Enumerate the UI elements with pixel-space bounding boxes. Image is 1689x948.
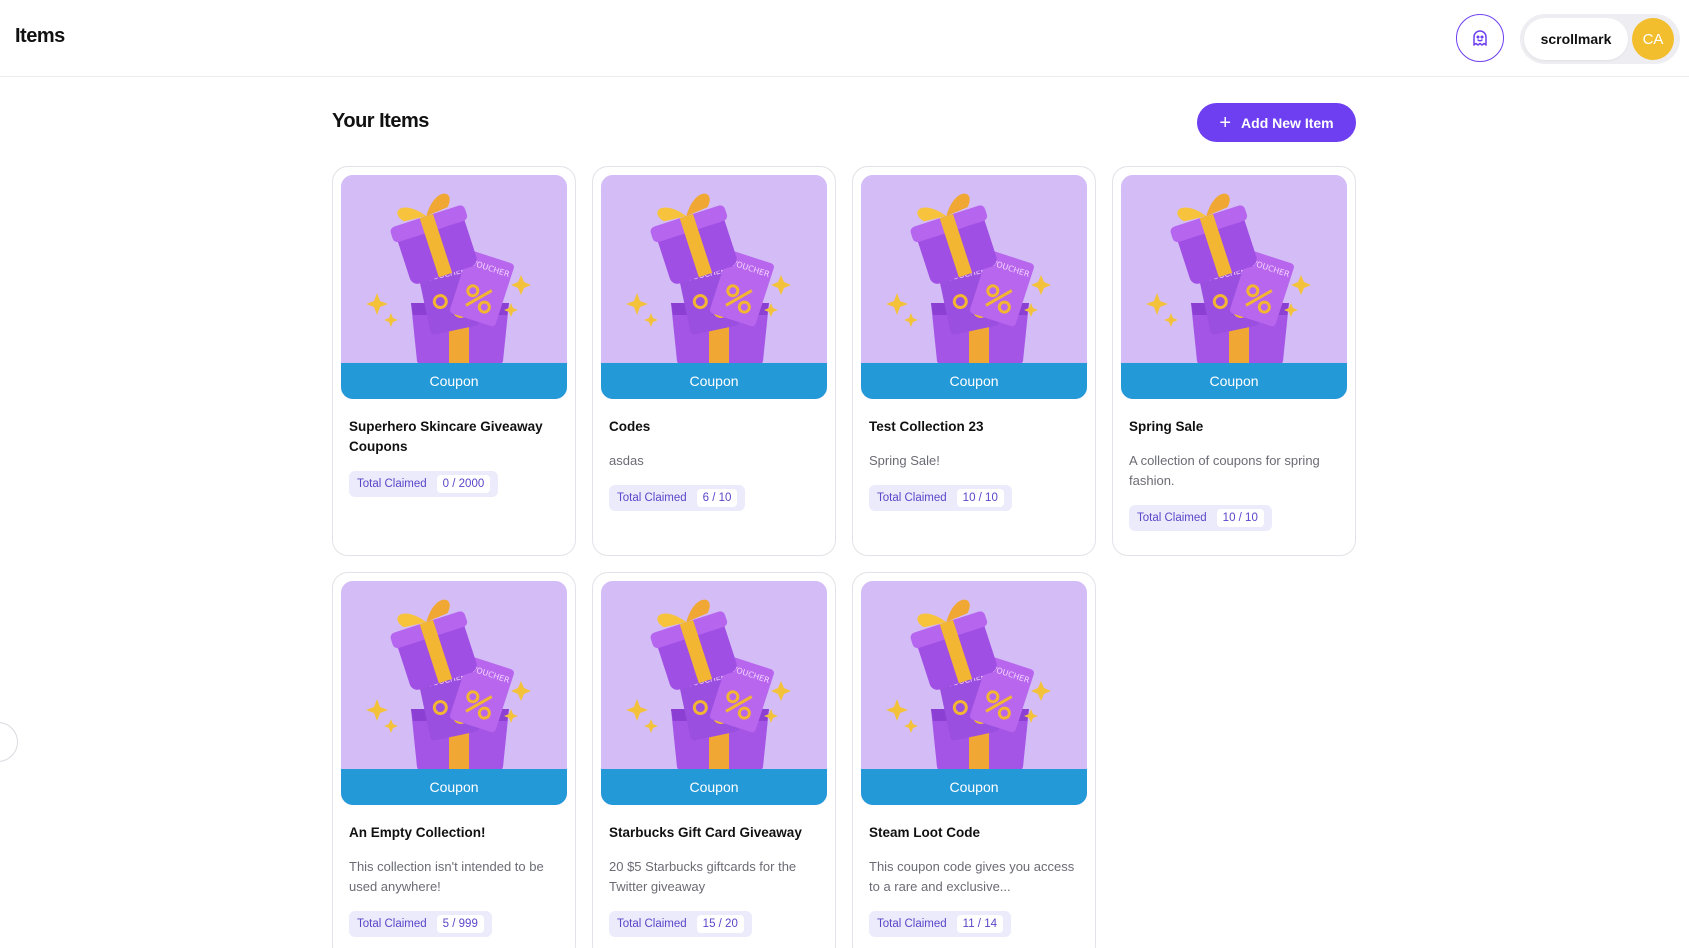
claimed-badge: Total Claimed 11 / 14: [869, 911, 1011, 937]
item-card[interactable]: VOUCHER VOUCHER: [1112, 166, 1356, 556]
item-type-banner: Coupon: [601, 769, 827, 805]
page-title: Items: [15, 25, 65, 47]
item-description: This coupon code gives you access to a r…: [869, 859, 1075, 894]
item-card[interactable]: VOUCHER VOUCHER: [852, 572, 1096, 948]
item-description: A collection of coupons for spring fashi…: [1129, 453, 1320, 488]
item-thumbnail: VOUCHER VOUCHER: [601, 175, 827, 399]
item-thumbnail: VOUCHER VOUCHER: [861, 175, 1087, 399]
item-details: Codes asdas Total Claimed 6 / 10: [601, 399, 827, 511]
claimed-count: 0 / 2000: [436, 475, 491, 493]
claimed-label: Total Claimed: [877, 918, 947, 930]
item-type-label: Coupon: [429, 373, 479, 389]
item-details: Starbucks Gift Card Giveaway 20 $5 Starb…: [601, 805, 827, 937]
item-title: Spring Sale: [1129, 419, 1204, 434]
claimed-label: Total Claimed: [617, 492, 687, 504]
side-drawer-handle[interactable]: ⋮: [0, 722, 18, 762]
item-type-banner: Coupon: [1121, 363, 1347, 399]
item-description: Spring Sale!: [869, 453, 940, 468]
item-type-banner: Coupon: [861, 363, 1087, 399]
item-thumbnail: VOUCHER VOUCHER: [601, 581, 827, 805]
item-thumbnail: VOUCHER VOUCHER: [1121, 175, 1347, 399]
item-card[interactable]: VOUCHER VOUCHER: [592, 166, 836, 556]
item-type-label: Coupon: [1209, 373, 1259, 389]
item-title: Steam Loot Code: [869, 825, 981, 840]
plus-icon: +: [1219, 111, 1232, 134]
item-details: An Empty Collection! This collection isn…: [341, 805, 567, 937]
item-type-banner: Coupon: [341, 363, 567, 399]
drag-handle-icon: ⋮: [0, 735, 3, 747]
item-type-label: Coupon: [949, 373, 999, 389]
item-type-label: Coupon: [689, 373, 739, 389]
item-card[interactable]: VOUCHER VOUCHER: [592, 572, 836, 948]
claimed-label: Total Claimed: [357, 918, 427, 930]
claimed-badge: Total Claimed 0 / 2000: [349, 471, 499, 497]
claimed-label: Total Claimed: [617, 918, 687, 930]
claimed-count: 10 / 10: [1216, 509, 1264, 527]
claimed-label: Total Claimed: [357, 478, 427, 490]
claimed-count: 5 / 999: [436, 915, 484, 933]
item-title: Test Collection 23: [869, 419, 984, 434]
item-description: This collection isn't intended to be use…: [349, 859, 544, 894]
add-new-item-label: Add New Item: [1241, 114, 1334, 131]
item-title: An Empty Collection!: [349, 825, 486, 840]
item-details: Test Collection 23 Spring Sale! Total Cl…: [861, 399, 1087, 511]
user-menu[interactable]: scrollmark CA: [1520, 14, 1680, 64]
item-type-banner: Coupon: [601, 363, 827, 399]
item-type-banner: Coupon: [341, 769, 567, 805]
avatar[interactable]: CA: [1632, 18, 1674, 60]
claimed-badge: Total Claimed 15 / 20: [609, 911, 752, 937]
item-card[interactable]: VOUCHER VOUCHER: [852, 166, 1096, 556]
claimed-badge: Total Claimed 6 / 10: [609, 485, 746, 511]
item-title: Superhero Skincare Giveaway Coupons: [349, 419, 543, 454]
ghost-button[interactable]: [1456, 14, 1504, 62]
claimed-label: Total Claimed: [1137, 512, 1207, 524]
item-details: Superhero Skincare Giveaway Coupons Tota…: [341, 399, 567, 497]
item-type-label: Coupon: [949, 779, 999, 795]
user-name[interactable]: scrollmark: [1524, 18, 1628, 60]
item-description: 20 $5 Starbucks giftcards for the Twitte…: [609, 859, 797, 894]
item-title: Codes: [609, 419, 651, 434]
item-card[interactable]: VOUCHER VOUCHER: [332, 166, 576, 556]
item-type-label: Coupon: [429, 779, 479, 795]
item-thumbnail: VOUCHER VOUCHER: [861, 581, 1087, 805]
claimed-badge: Total Claimed 10 / 10: [869, 485, 1012, 511]
item-type-label: Coupon: [689, 779, 739, 795]
claimed-count: 6 / 10: [696, 489, 738, 507]
claimed-count: 10 / 10: [956, 489, 1004, 507]
ghost-icon: [1473, 30, 1487, 46]
item-description: asdas: [609, 453, 644, 468]
claimed-count: 15 / 20: [696, 915, 744, 933]
item-title: Starbucks Gift Card Giveaway: [609, 825, 802, 840]
item-card[interactable]: VOUCHER VOUCHER: [332, 572, 576, 948]
claimed-count: 11 / 14: [956, 915, 1003, 933]
add-new-item-button[interactable]: + Add New Item: [1197, 103, 1356, 142]
item-thumbnail: VOUCHER VOUCHER: [341, 581, 567, 805]
item-details: Steam Loot Code This coupon code gives y…: [861, 805, 1087, 937]
section-title: Your Items: [332, 110, 429, 132]
item-thumbnail: VOUCHER VOUCHER: [341, 175, 567, 399]
claimed-label: Total Claimed: [877, 492, 947, 504]
item-type-banner: Coupon: [861, 769, 1087, 805]
item-details: Spring Sale A collection of coupons for …: [1121, 399, 1347, 531]
top-bar: Items scrollmark CA: [0, 0, 1689, 77]
items-grid: VOUCHER VOUCHER: [332, 166, 1356, 948]
claimed-badge: Total Claimed 10 / 10: [1129, 505, 1272, 531]
claimed-badge: Total Claimed 5 / 999: [349, 911, 492, 937]
